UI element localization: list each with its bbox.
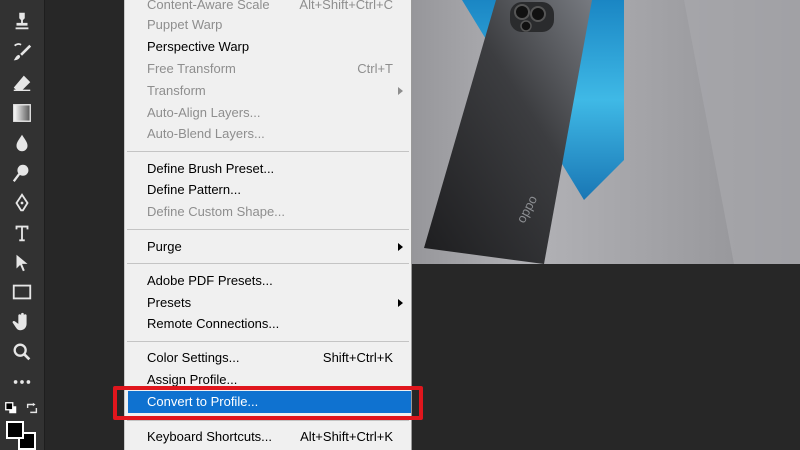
highlight-callout-box <box>113 386 423 420</box>
menu-item-remote-connections[interactable]: Remote Connections... <box>125 313 411 335</box>
menu-separator <box>127 151 409 152</box>
tools-panel <box>0 0 45 450</box>
edit-menu-dropdown: Content-Aware Scale Alt+Shift+Ctrl+C Pup… <box>124 0 412 450</box>
menu-item-define-pattern[interactable]: Define Pattern... <box>125 179 411 201</box>
submenu-arrow-icon <box>398 299 403 307</box>
menu-item-presets[interactable]: Presets <box>125 292 411 314</box>
submenu-arrow-icon <box>398 243 403 251</box>
menu-item-transform[interactable]: Transform <box>125 80 411 102</box>
type-icon[interactable] <box>8 220 36 246</box>
foreground-color-swatch[interactable] <box>6 421 24 439</box>
submenu-arrow-icon <box>398 87 403 95</box>
history-brush-icon[interactable] <box>8 40 36 66</box>
hand-icon[interactable] <box>8 309 36 335</box>
default-colors-icon[interactable] <box>0 398 22 418</box>
blur-drop-icon[interactable] <box>8 130 36 156</box>
menu-item-auto-align-layers[interactable]: Auto-Align Layers... <box>125 102 411 124</box>
menu-item-puppet-warp[interactable]: Puppet Warp <box>125 14 411 36</box>
menu-item-define-brush-preset[interactable]: Define Brush Preset... <box>125 158 411 180</box>
eraser-icon[interactable] <box>8 70 36 96</box>
menu-item-define-custom-shape[interactable]: Define Custom Shape... <box>125 201 411 223</box>
menu-item-purge[interactable]: Purge <box>125 236 411 258</box>
more-tools-icon[interactable] <box>8 369 36 395</box>
zoom-icon[interactable] <box>8 339 36 365</box>
menu-item-adobe-pdf-presets[interactable]: Adobe PDF Presets... <box>125 270 411 292</box>
menu-item-color-settings[interactable]: Color Settings... Shift+Ctrl+K <box>125 347 411 369</box>
path-selection-icon[interactable] <box>8 250 36 276</box>
rectangle-icon[interactable] <box>8 279 36 305</box>
gradient-icon[interactable] <box>8 100 36 126</box>
menu-separator <box>127 229 409 230</box>
menu-item-perspective-warp[interactable]: Perspective Warp <box>125 36 411 58</box>
stamp-icon[interactable] <box>8 8 36 34</box>
menu-separator <box>127 341 409 342</box>
pen-icon[interactable] <box>8 190 36 216</box>
dodge-icon[interactable] <box>8 160 36 186</box>
swap-colors-icon[interactable] <box>22 398 42 418</box>
menu-item-free-transform[interactable]: Free Transform Ctrl+T <box>125 58 411 80</box>
menu-separator <box>127 263 409 264</box>
menu-item-keyboard-shortcuts[interactable]: Keyboard Shortcuts... Alt+Shift+Ctrl+K <box>125 426 411 448</box>
menu-item-auto-blend-layers[interactable]: Auto-Blend Layers... <box>125 123 411 145</box>
menu-separator <box>127 420 409 421</box>
